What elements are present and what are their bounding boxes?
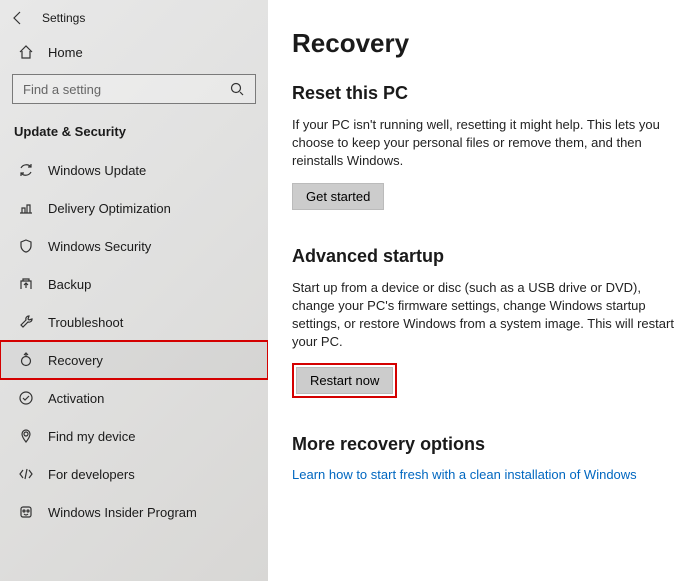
sidebar-item-label: Backup	[48, 277, 91, 292]
insider-icon	[18, 504, 34, 520]
section-label: Update & Security	[0, 114, 268, 151]
sidebar-item-label: Troubleshoot	[48, 315, 123, 330]
sidebar-item-windows-security[interactable]: Windows Security	[0, 227, 268, 265]
wrench-icon	[18, 314, 34, 330]
sidebar-item-label: Delivery Optimization	[48, 201, 171, 216]
search-box[interactable]	[12, 74, 256, 104]
home-label: Home	[48, 45, 83, 60]
home-icon	[18, 44, 34, 60]
sidebar-item-label: Activation	[48, 391, 104, 406]
page-title: Recovery	[292, 28, 680, 59]
reset-body: If your PC isn't running well, resetting…	[292, 116, 680, 171]
home-button[interactable]: Home	[0, 34, 268, 70]
location-icon	[18, 428, 34, 444]
window-title: Settings	[42, 11, 85, 25]
sidebar-item-backup[interactable]: Backup	[0, 265, 268, 303]
sync-icon	[18, 162, 34, 178]
advanced-body: Start up from a device or disc (such as …	[292, 279, 680, 352]
sidebar-item-label: Windows Update	[48, 163, 146, 178]
backup-icon	[18, 276, 34, 292]
sidebar-item-label: Windows Insider Program	[48, 505, 197, 520]
sidebar-item-for-developers[interactable]: For developers	[0, 455, 268, 493]
sidebar-item-label: Windows Security	[48, 239, 151, 254]
sidebar-item-recovery[interactable]: Recovery	[0, 341, 268, 379]
restart-highlight: Restart now	[292, 363, 397, 398]
shield-icon	[18, 238, 34, 254]
check-circle-icon	[18, 390, 34, 406]
sidebar-item-troubleshoot[interactable]: Troubleshoot	[0, 303, 268, 341]
sidebar-item-find-my-device[interactable]: Find my device	[0, 417, 268, 455]
sidebar-item-label: For developers	[48, 467, 135, 482]
sidebar-item-windows-update[interactable]: Windows Update	[0, 151, 268, 189]
title-row: Settings	[0, 6, 268, 34]
code-icon	[18, 466, 34, 482]
sidebar: Settings Home Update & Security Windows …	[0, 0, 268, 581]
back-icon[interactable]	[10, 10, 26, 26]
restart-now-button[interactable]: Restart now	[296, 367, 393, 394]
delivery-icon	[18, 200, 34, 216]
sidebar-item-delivery-optimization[interactable]: Delivery Optimization	[0, 189, 268, 227]
search-input[interactable]	[23, 82, 229, 97]
reset-heading: Reset this PC	[292, 83, 680, 104]
sidebar-item-label: Recovery	[48, 353, 103, 368]
sidebar-item-activation[interactable]: Activation	[0, 379, 268, 417]
more-heading: More recovery options	[292, 434, 680, 455]
sidebar-item-windows-insider[interactable]: Windows Insider Program	[0, 493, 268, 531]
search-wrap	[0, 70, 268, 114]
nav-list: Windows Update Delivery Optimization Win…	[0, 151, 268, 581]
sidebar-item-label: Find my device	[48, 429, 135, 444]
search-icon	[229, 81, 245, 97]
fresh-start-link[interactable]: Learn how to start fresh with a clean in…	[292, 467, 680, 482]
recovery-icon	[18, 352, 34, 368]
advanced-heading: Advanced startup	[292, 246, 680, 267]
get-started-button[interactable]: Get started	[292, 183, 384, 210]
main-content: Recovery Reset this PC If your PC isn't …	[268, 0, 700, 581]
